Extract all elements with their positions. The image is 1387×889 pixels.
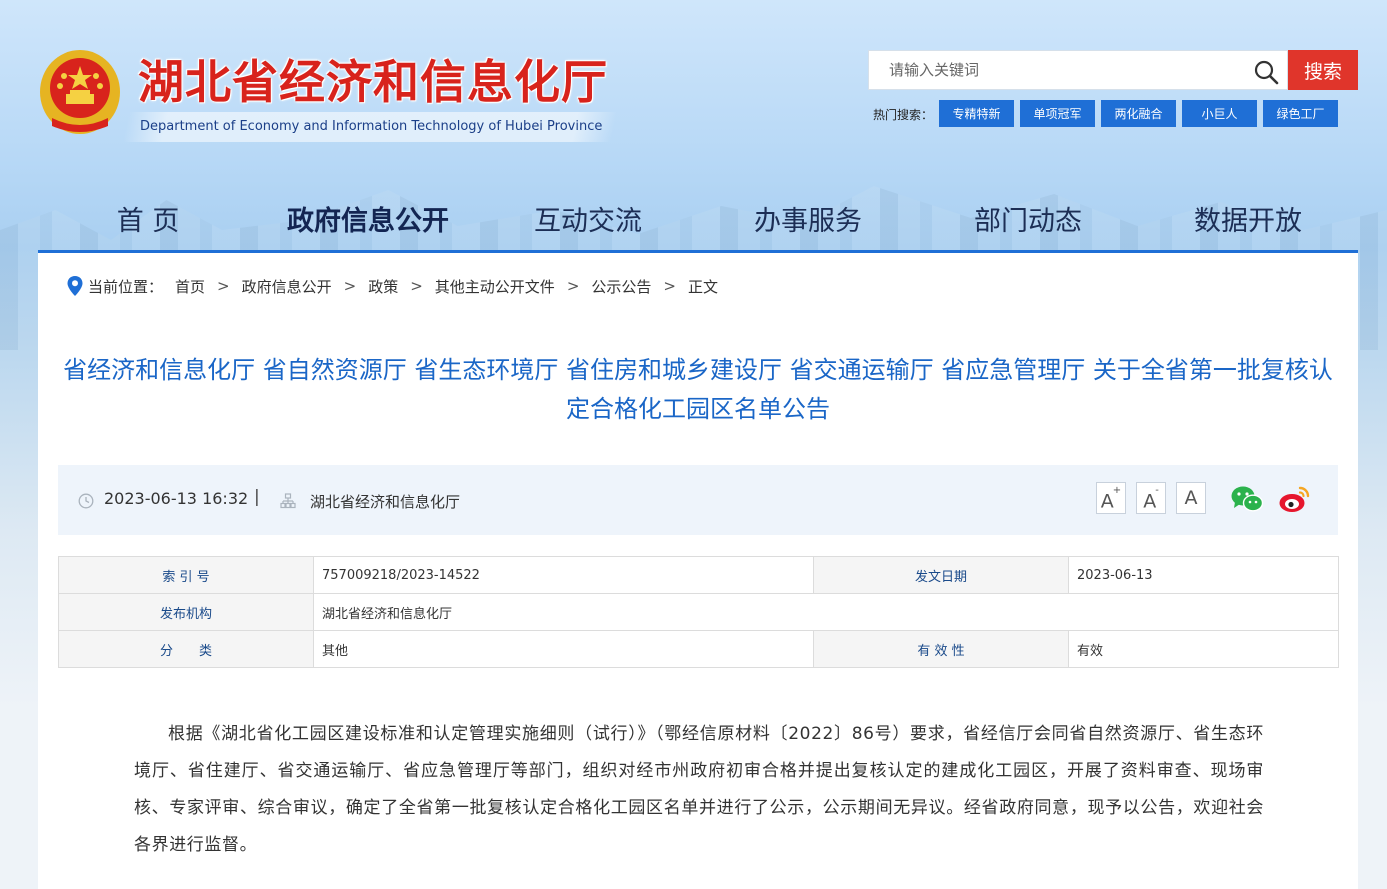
weibo-icon[interactable] xyxy=(1278,484,1312,514)
hot-tag-green-factory[interactable]: 绿色工厂 xyxy=(1263,100,1338,127)
breadcrumb-separator: > xyxy=(343,277,357,295)
issue-date-value: 2023-06-13 xyxy=(1068,556,1339,594)
breadcrumb-home[interactable]: 首页 xyxy=(175,276,205,297)
clock-icon xyxy=(78,493,94,509)
meta-divider: | xyxy=(254,487,260,507)
font-reset-button[interactable]: A xyxy=(1176,482,1206,514)
breadcrumb-separator: > xyxy=(217,277,230,295)
content-panel: 当前位置： 首页 > 政府信息公开 > 政策 > 其他主动公开文件 > 公示公告… xyxy=(38,250,1358,889)
validity-label: 有 效 性 xyxy=(813,630,1069,668)
nav-item-gov-info[interactable]: 政府信息公开 xyxy=(258,199,478,238)
breadcrumb: 当前位置： 首页 > 政府信息公开 > 政策 > 其他主动公开文件 > 公示公告… xyxy=(66,275,718,297)
hot-search-label: 热门搜索： xyxy=(873,108,934,122)
document-info-table: 索 引 号 757009218/2023-14522 发文日期 2023-06-… xyxy=(58,556,1339,668)
breadcrumb-current: 正文 xyxy=(687,277,718,296)
publisher-value: 湖北省经济和信息化厅 xyxy=(313,593,1339,631)
site-subtitle: Department of Economy and Information Te… xyxy=(140,119,603,134)
font-increase-label: A xyxy=(1100,490,1114,513)
table-row: 分 类 其他 有 效 性 有效 xyxy=(58,630,1339,668)
breadcrumb-separator: > xyxy=(663,277,676,295)
hot-tag-little-giant[interactable]: 小巨人 xyxy=(1182,100,1257,127)
breadcrumb-other-files[interactable]: 其他主动公开文件 xyxy=(435,276,555,297)
index-number-value: 757009218/2023-14522 xyxy=(313,556,814,594)
publish-date: 2023-06-13 16:32 xyxy=(104,489,249,508)
search-box xyxy=(868,50,1288,90)
nav-item-interaction[interactable]: 互动交流 xyxy=(478,199,698,238)
breadcrumb-policy[interactable]: 政策 xyxy=(368,276,398,297)
hot-tag-specialized[interactable]: 专精特新 xyxy=(939,100,1014,127)
nav-item-open-data[interactable]: 数据开放 xyxy=(1138,199,1358,238)
issue-date-label: 发文日期 xyxy=(813,556,1069,594)
nav-item-home[interactable]: 首 页 xyxy=(38,199,258,238)
hot-tag-champion[interactable]: 单项冠军 xyxy=(1020,100,1095,127)
index-number-label: 索 引 号 xyxy=(58,556,314,594)
breadcrumb-announcements[interactable]: 公示公告 xyxy=(591,276,651,297)
search-input[interactable] xyxy=(869,51,1259,89)
organization-icon xyxy=(280,493,296,509)
site-title: 湖北省经济和信息化厅 xyxy=(138,55,608,109)
hot-search-tags: 专精特新 单项冠军 两化融合 小巨人 绿色工厂 xyxy=(939,100,1338,127)
location-pin-icon xyxy=(67,276,83,296)
breadcrumb-gov-info[interactable]: 政府信息公开 xyxy=(242,276,332,297)
main-nav: 首 页 政府信息公开 互动交流 办事服务 部门动态 数据开放 xyxy=(38,188,1358,248)
font-increase-button[interactable]: A+ xyxy=(1096,482,1126,514)
national-emblem-icon xyxy=(40,50,120,134)
search-button[interactable]: 搜索 xyxy=(1288,50,1358,90)
category-value: 其他 xyxy=(313,630,814,668)
article-title: 省经济和信息化厅 省自然资源厅 省生态环境厅 省住房和城乡建设厅 省交通运输厅 … xyxy=(63,356,1333,423)
table-row: 发布机构 湖北省经济和信息化厅 xyxy=(58,593,1339,631)
breadcrumb-separator: > xyxy=(410,277,423,295)
publishing-org: 湖北省经济和信息化厅 xyxy=(310,493,461,511)
font-decrease-button[interactable]: A- xyxy=(1136,482,1166,514)
article-meta-bar: 2023-06-13 16:32 | 湖北省经济和信息化厅 A+ A- A xyxy=(58,465,1338,535)
publisher-label: 发布机构 xyxy=(58,593,314,631)
wechat-icon[interactable] xyxy=(1230,484,1264,514)
validity-value: 有效 xyxy=(1068,630,1339,668)
category-label: 分 类 xyxy=(58,630,314,668)
breadcrumb-label: 当前位置： xyxy=(88,277,164,296)
site-subtitle-banner: Department of Economy and Information Te… xyxy=(122,112,618,142)
table-row: 索 引 号 757009218/2023-14522 发文日期 2023-06-… xyxy=(58,556,1339,594)
font-increase-sup: + xyxy=(1112,485,1122,496)
font-decrease-sup: - xyxy=(1155,485,1159,496)
breadcrumb-separator: > xyxy=(566,277,580,295)
hot-tag-integration[interactable]: 两化融合 xyxy=(1101,100,1176,127)
article-body: 根据《湖北省化工园区建设标准和认定管理实施细则（试行）》（鄂经信原材料〔2022… xyxy=(134,724,1264,855)
font-reset-label: A xyxy=(1184,487,1198,509)
search-icon[interactable] xyxy=(1253,59,1279,85)
nav-item-department-news[interactable]: 部门动态 xyxy=(918,199,1138,238)
nav-item-services[interactable]: 办事服务 xyxy=(698,199,918,238)
